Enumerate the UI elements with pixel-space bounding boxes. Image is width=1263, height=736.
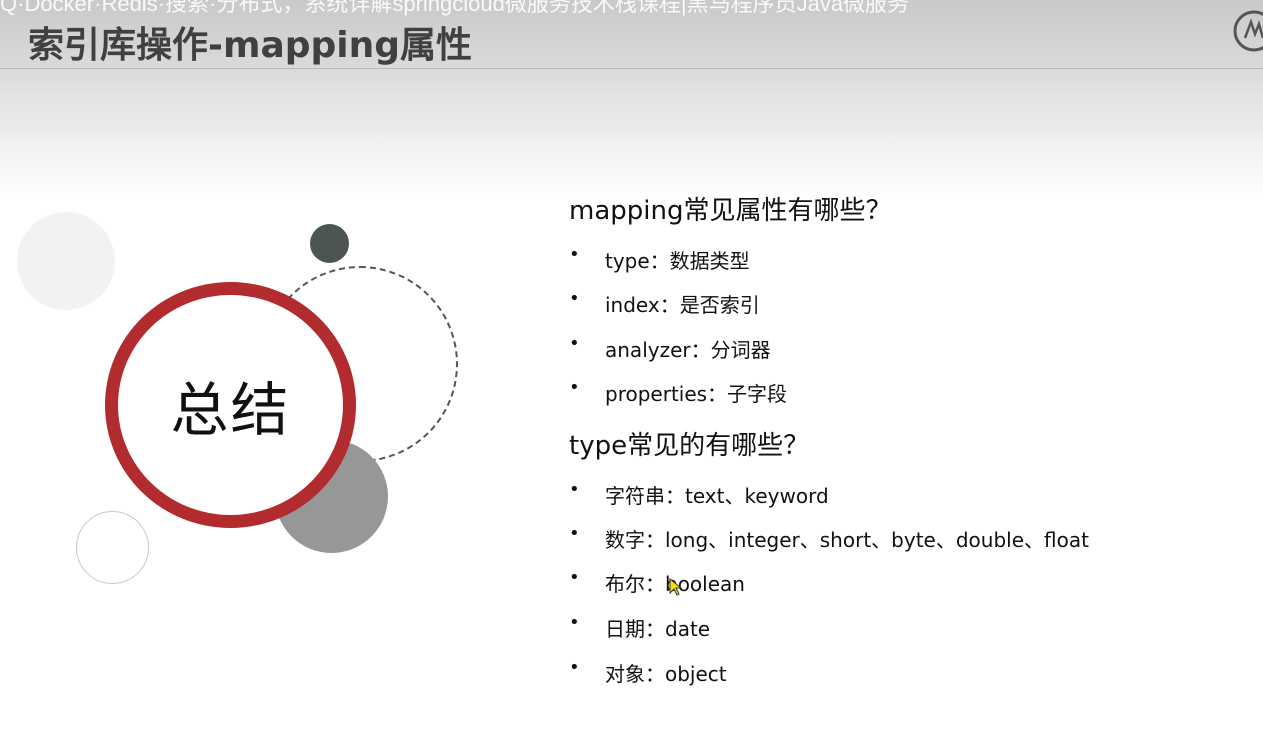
heima-logo-icon: [1233, 10, 1263, 52]
section1-heading: mapping常见属性有哪些？: [569, 196, 892, 226]
summary-label: 总结: [170, 376, 291, 444]
header-divider: [0, 68, 1263, 69]
decor-circle-dark: [310, 224, 349, 263]
decor-circle-light: [17, 212, 115, 310]
mouse-pointer-icon: [669, 578, 683, 596]
section2-heading: type常见的有哪些？: [569, 431, 810, 461]
slide-title: 索引库操作-mapping属性: [28, 25, 473, 66]
